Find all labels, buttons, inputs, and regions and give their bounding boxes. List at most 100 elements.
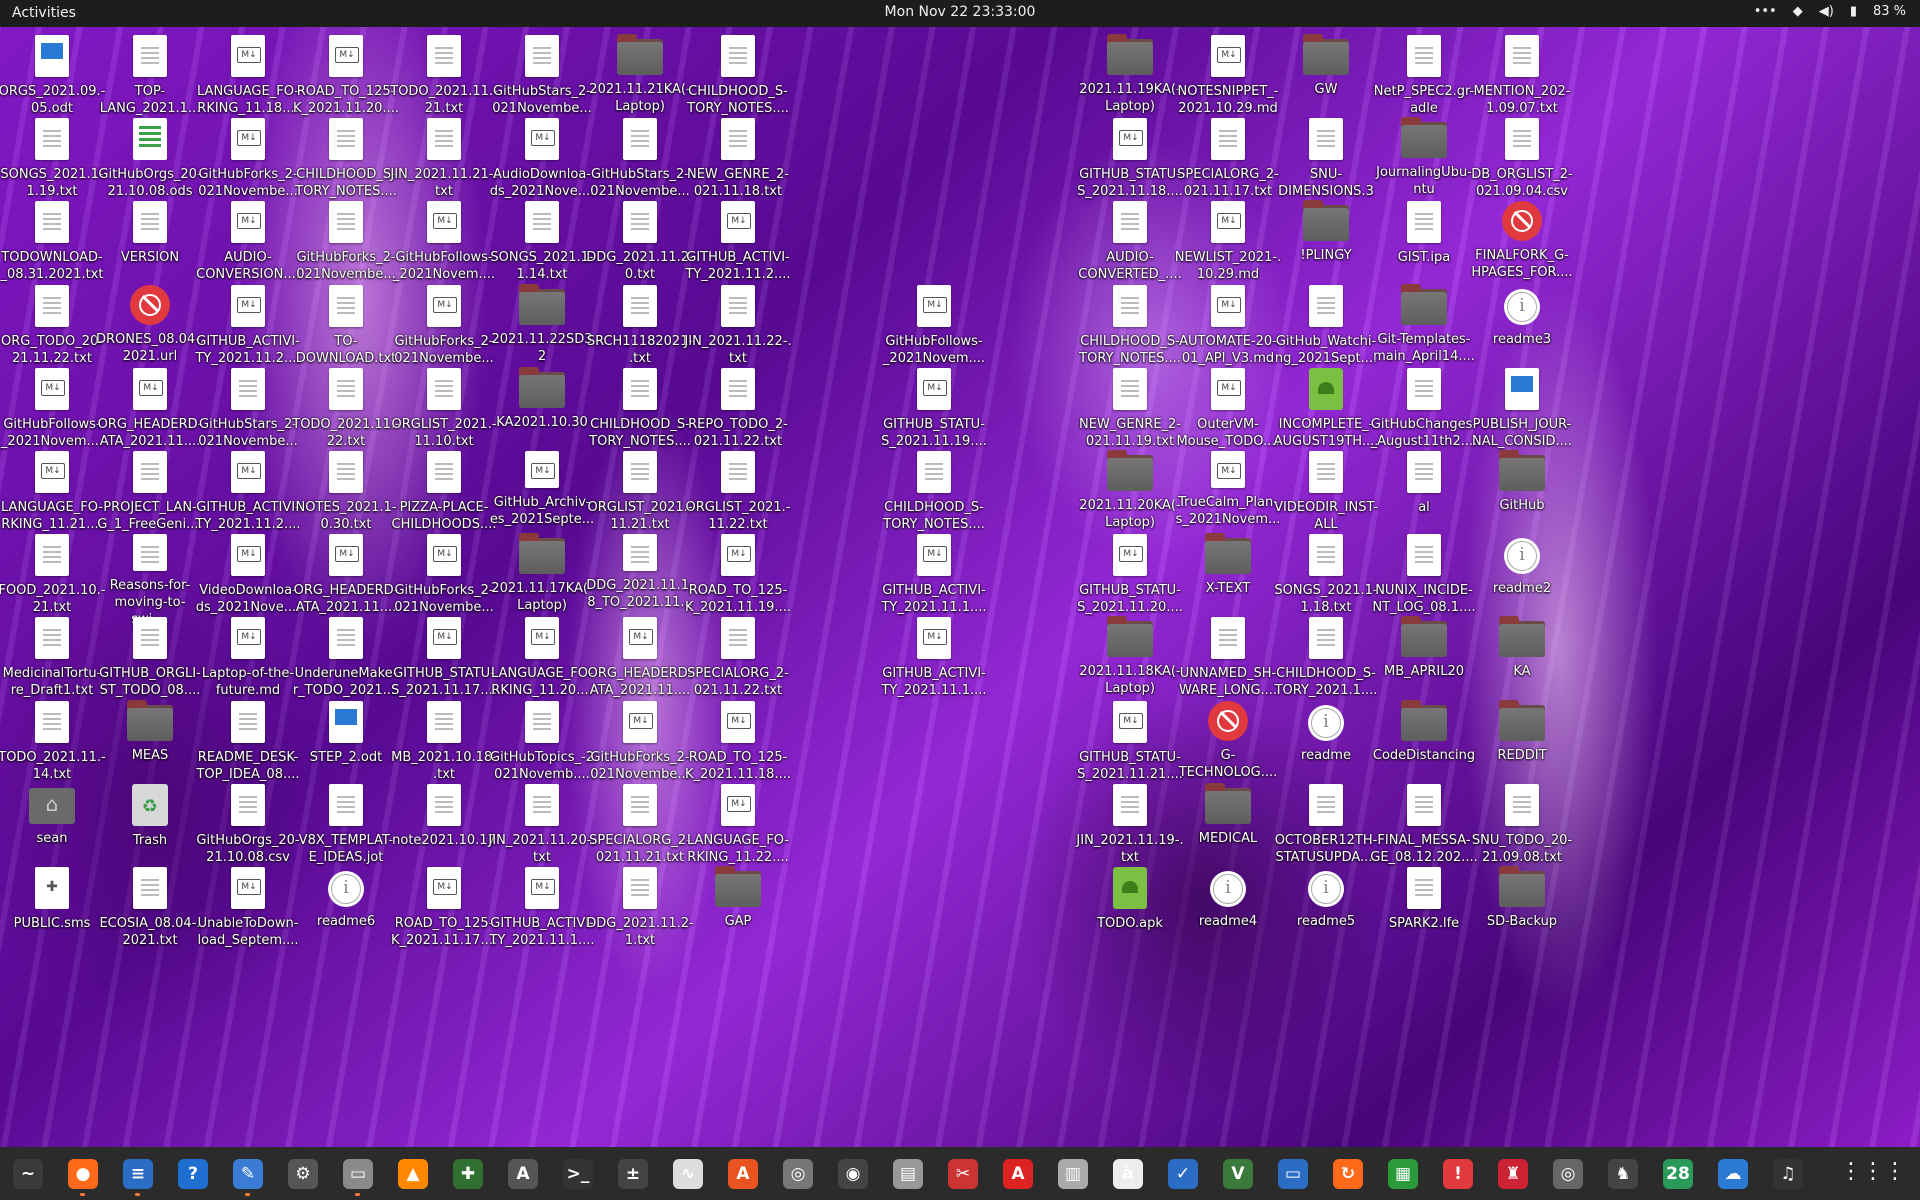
dock-item-spreadsheet[interactable]: ▦	[1381, 1152, 1425, 1196]
desktop-icon-item[interactable]: GITHUB_ACTIVI-TY_2021.11.1....	[880, 611, 988, 711]
screen-share-icon: ▭	[1278, 1158, 1308, 1189]
doc-file-icon	[525, 783, 559, 826]
games-icon: ✚	[453, 1158, 483, 1189]
md-file-icon	[231, 617, 265, 660]
desktop-icon-item[interactable]: TODO.apk	[1076, 861, 1184, 961]
doc-file-icon	[1113, 201, 1147, 244]
md-file-icon	[721, 534, 755, 577]
menu-icon[interactable]: •••	[1754, 4, 1777, 19]
desktop-icon-item[interactable]: SPARK2.lfe	[1370, 861, 1478, 961]
running-indicator	[245, 1192, 250, 1196]
character-map-icon: à	[1113, 1158, 1143, 1189]
game-file-icon	[35, 867, 69, 909]
game-controller-icon: ♞	[1608, 1158, 1638, 1189]
dock-item-camera[interactable]: ◎	[1546, 1152, 1590, 1196]
desktop-icon-item[interactable]: readme5	[1272, 861, 1380, 961]
archive-manager-icon: ▥	[1058, 1158, 1088, 1189]
app-store-icon: A	[728, 1158, 758, 1189]
desktop-icon-label: GITHUB_ACTIVI-TY_2021.11.1....	[489, 916, 595, 948]
dock-item-notes[interactable]: ✎	[226, 1152, 270, 1196]
activities-button[interactable]: Activities	[12, 5, 76, 21]
desktop-icon-label: FINALFORK_G-HPAGES_FOR....	[1471, 248, 1573, 281]
desktop-icon-item[interactable]: PUBLIC.sms	[0, 861, 106, 961]
dock-item-weather[interactable]: ☁	[1711, 1152, 1755, 1196]
doc-file-icon	[1309, 118, 1343, 161]
folder-file-icon	[617, 34, 663, 75]
doc-file-icon	[721, 617, 755, 660]
dock-item-mario-game[interactable]: ♜	[1491, 1152, 1535, 1196]
desktop-icon-item[interactable]: ROAD_TO_125-K_2021.11.17....	[390, 861, 498, 961]
dock-item-calendar[interactable]: 28	[1656, 1152, 1700, 1196]
calculator-icon: ±	[618, 1158, 648, 1189]
desktop-icon-label: Git-Templates-main_April14....	[1373, 331, 1475, 364]
battery-percent[interactable]: 83 %	[1873, 4, 1906, 19]
desktop-icon-item[interactable]: UnableToDown-load_Septem....	[194, 861, 302, 961]
dock-item-vim[interactable]: V	[1216, 1152, 1260, 1196]
dock-item-scanner[interactable]: ▤	[886, 1152, 930, 1196]
clock[interactable]: Mon Nov 22 23:33:00	[0, 4, 1920, 20]
desktop-icon-item[interactable]: readme6	[292, 861, 400, 961]
dock-item-document-viewer[interactable]: A	[996, 1152, 1040, 1196]
dock-item-system-monitor[interactable]: ~	[6, 1152, 50, 1196]
md-file-icon	[917, 367, 951, 410]
dock-item-screen-share[interactable]: ▭	[1271, 1152, 1315, 1196]
dock-item-games[interactable]: ✚	[446, 1152, 490, 1196]
desktop-icon-item[interactable]: ECOSIA_08.04-.2021.txt	[96, 861, 204, 961]
folder-file-icon	[1499, 866, 1545, 907]
md-file-icon	[231, 284, 265, 327]
show-applications-icon[interactable]: ⋮⋮⋮	[1840, 1159, 1906, 1184]
doc-file-icon	[1309, 617, 1343, 660]
odt-file-icon	[35, 35, 69, 77]
md-file-icon	[427, 284, 461, 327]
desktop-icon-item[interactable]: GITHUB_ACTIVI-TY_2021.11.1....	[488, 861, 596, 961]
dock-item-music[interactable]: ♫	[1766, 1152, 1810, 1196]
backup-icon: ↻	[1333, 1158, 1363, 1189]
blocked-file-icon	[130, 284, 170, 325]
dock-item-tasks[interactable]: ✓	[1161, 1152, 1205, 1196]
dock-item-archive-manager[interactable]: ▥	[1051, 1152, 1095, 1196]
desktop-icon-item[interactable]: GAP	[684, 861, 792, 961]
dock-item-graph-app[interactable]: ∿	[666, 1152, 710, 1196]
dock-item-files[interactable]: ▭	[336, 1152, 380, 1196]
dock-item-alert-app[interactable]: !	[1436, 1152, 1480, 1196]
dock-item-photo-tool[interactable]: ✂	[941, 1152, 985, 1196]
desktop-icon-label: 2021.11.21KA(-Laptop)	[589, 82, 691, 114]
doc-file-icon	[1505, 35, 1539, 77]
text-editor-icon: ≡	[123, 1158, 153, 1189]
desktop-icon-item[interactable]: DDG_2021.11.2-1.txt	[586, 861, 694, 961]
doc-file-icon	[329, 201, 363, 244]
volume-icon[interactable]: ◀)	[1819, 4, 1834, 19]
notes-icon: ✎	[233, 1158, 263, 1189]
doc-file-icon	[623, 451, 657, 493]
dock-item-disk-utility[interactable]: ◉	[831, 1152, 875, 1196]
dock-item-software-updater[interactable]: A	[501, 1152, 545, 1196]
battery-icon[interactable]: ▮	[1850, 4, 1857, 19]
files-icon: ▭	[343, 1158, 373, 1189]
dock-item-calculator[interactable]: ±	[611, 1152, 655, 1196]
dock-item-firefox[interactable]: ●	[61, 1152, 105, 1196]
dock-item-backup[interactable]: ↻	[1326, 1152, 1370, 1196]
doc-file-icon	[917, 451, 951, 493]
doc-file-icon	[1407, 534, 1441, 577]
dock-item-app-store[interactable]: A	[721, 1152, 765, 1196]
dock-item-character-map[interactable]: à	[1106, 1152, 1150, 1196]
dock-item-terminal[interactable]: >_	[556, 1152, 600, 1196]
dock-item-help[interactable]: ?	[171, 1152, 215, 1196]
dock-item-vlc[interactable]: ▲	[391, 1152, 435, 1196]
system-tray[interactable]: ••• ◆ ◀) ▮ 83 %	[1754, 4, 1906, 19]
dock-item-game-controller[interactable]: ♞	[1601, 1152, 1645, 1196]
wifi-icon[interactable]: ◆	[1793, 4, 1803, 19]
folder-file-icon	[1303, 34, 1349, 75]
md-file-icon	[329, 35, 363, 77]
odt-file-icon	[1505, 367, 1539, 410]
settings-icon: ⚙	[288, 1158, 318, 1189]
folder-file-icon	[519, 533, 565, 575]
desktop-icon-label: readme6	[316, 914, 376, 929]
dock-item-image-viewer[interactable]: ◎	[776, 1152, 820, 1196]
dock-item-settings[interactable]: ⚙	[281, 1152, 325, 1196]
desktop-icon-label: readme4	[1198, 914, 1258, 929]
desktop-icon-item[interactable]: readme4	[1174, 861, 1282, 961]
desktop-icon-item[interactable]: SD-Backup	[1468, 861, 1576, 961]
info-file-icon	[1504, 288, 1540, 325]
dock-item-text-editor[interactable]: ≡	[116, 1152, 160, 1196]
